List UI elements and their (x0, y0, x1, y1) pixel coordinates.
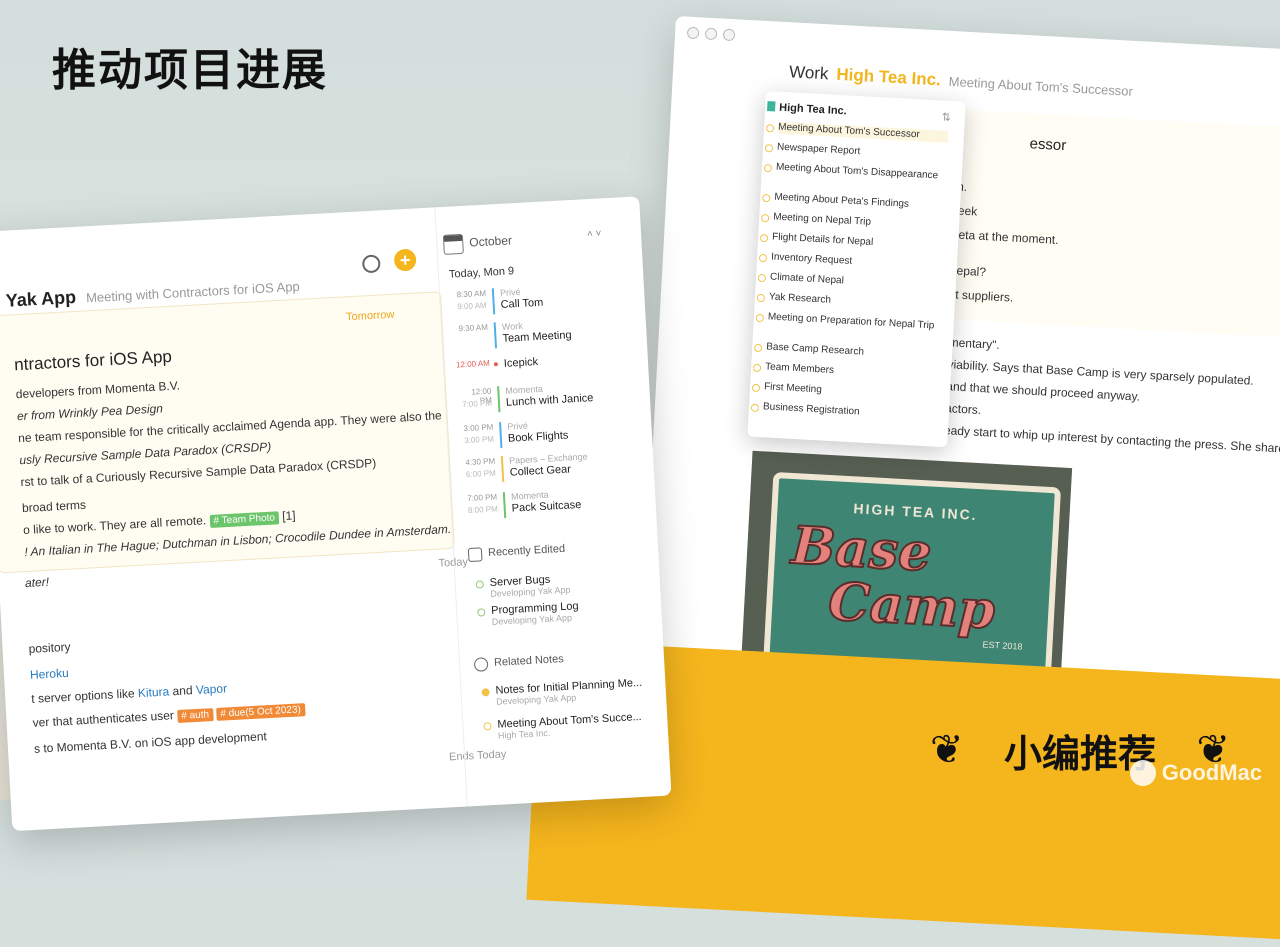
event-item[interactable]: 4:30 PM 6:00 PM Papers – Exchange Collect … (449, 448, 650, 489)
note-title: essor (1029, 135, 1067, 155)
recent-icon (467, 547, 483, 563)
poster-title: Base Camp (789, 514, 998, 642)
notes-popup: High Tea Inc. ⇅ Meeting About Tom's Succ… (747, 90, 966, 448)
kitura-link[interactable]: Kitura (138, 684, 170, 700)
due-label: Tomorrow (345, 308, 395, 324)
window-controls[interactable] (686, 26, 736, 42)
popup-item[interactable]: Meeting on Preparation for Nepal Trip (768, 311, 938, 332)
related-title: Related Notes (493, 653, 564, 669)
popup-item[interactable]: Meeting About Tom's Disappearance (776, 162, 946, 183)
right-note-window: Work High Tea Inc. Meeting About Tom's S… (639, 16, 1280, 740)
month-title: October (468, 233, 513, 250)
watermark: GoodMac (1129, 760, 1262, 786)
note-line: eek (957, 203, 978, 219)
related-icon (473, 657, 489, 672)
popup-item[interactable]: Yak Research (769, 291, 939, 312)
note-card: Tomorrow ntractors for iOS App developer… (0, 291, 455, 574)
related-item[interactable]: Notes for Initial Planning Me... Developi… (495, 677, 643, 707)
search-icon[interactable] (361, 254, 381, 274)
vapor-link[interactable]: Vapor (196, 681, 228, 697)
list-item: pository (28, 639, 71, 656)
note-line: epal? (956, 263, 987, 280)
popup-item[interactable]: Inventory Request (771, 252, 941, 273)
note-line: mentary". (948, 335, 1001, 352)
calendar-icon (442, 233, 464, 255)
related-item[interactable]: Meeting About Tom's Succe... High Tea Inc… (497, 711, 642, 741)
popup-item[interactable]: Meeting on Nepal Trip (773, 212, 943, 233)
note-line: and that we should proceed anyway. (945, 379, 1141, 404)
laurel-left-icon: ❦ (930, 728, 964, 772)
add-note-button[interactable]: + (393, 248, 417, 272)
note-line: actors. (944, 401, 982, 418)
note-line: eady start to whip up interest by contac… (943, 423, 1280, 457)
bookmark-icon (766, 101, 776, 112)
breadcrumb-work[interactable]: Work (789, 62, 829, 84)
popup-item[interactable]: Business Registration (763, 401, 933, 422)
popup-item[interactable]: Newspaper Report (777, 142, 947, 163)
watermark-logo-icon (1129, 760, 1156, 786)
recent-title: Recently Edited (487, 542, 566, 559)
sort-icon[interactable]: ⇅ (941, 111, 951, 124)
popup-header: High Tea Inc. (778, 101, 848, 118)
list-item: t server options like Kitura and Vapor (30, 681, 228, 706)
month-nav-icon[interactable]: ˄ ˅ (587, 228, 602, 240)
recent-item[interactable]: Programming Log Developing Yak App (491, 600, 579, 627)
popup-item[interactable]: Flight Details for Nepal (772, 232, 942, 253)
poster-est: EST 2018 (982, 639, 1023, 652)
popup-item[interactable]: Team Members (765, 361, 935, 382)
breadcrumb-note[interactable]: Meeting About Tom's Successor (948, 74, 1133, 99)
team-photo-tag[interactable]: # Team Photo (209, 511, 280, 529)
popup-item[interactable]: Base Camp Research (766, 341, 936, 362)
note-line: broad terms (21, 497, 87, 516)
event-item[interactable]: 9:30 AM Work Team Meeting (442, 314, 643, 355)
app-title: Yak App (5, 286, 77, 311)
list-item[interactable]: Heroku (30, 666, 69, 682)
list-item: s to Momenta B.V. on iOS app development (33, 729, 268, 756)
recent-item[interactable]: Server Bugs Developing Yak App (489, 573, 570, 599)
popup-item[interactable]: Climate of Nepal (770, 271, 940, 292)
note-line: ater! (24, 574, 50, 591)
list-item: ver that authenticates user # auth # due… (32, 701, 306, 730)
note-heading: ntractors for iOS App (13, 346, 173, 375)
event-item[interactable]: 7:00 PM 8:00 PM Momenta Pack Suitcase (451, 484, 652, 525)
calendar-sidebar: October ˄ ˅ Today, Mon 9 8:30 AM 9:00 AM … (435, 196, 671, 806)
auth-tag[interactable]: # auth (176, 708, 214, 724)
left-note-window: Yak App Meeting with Contractors for iOS… (0, 196, 672, 832)
note-line: er from Wrinkly Pea Design (16, 401, 164, 424)
breadcrumb-project[interactable]: High Tea Inc. (836, 65, 941, 91)
note-line: developers from Momenta B.V. (15, 378, 181, 402)
popup-item[interactable]: Meeting About Tom's Successor (777, 121, 949, 143)
popup-item[interactable]: Meeting About Peta's Findings (774, 192, 944, 213)
today-date: Today, Mon 9 (448, 265, 515, 281)
headline: 推动项目进展 (52, 45, 328, 96)
due-tag[interactable]: # due(5 Oct 2023) (216, 703, 306, 721)
popup-item[interactable]: First Meeting (764, 381, 934, 402)
